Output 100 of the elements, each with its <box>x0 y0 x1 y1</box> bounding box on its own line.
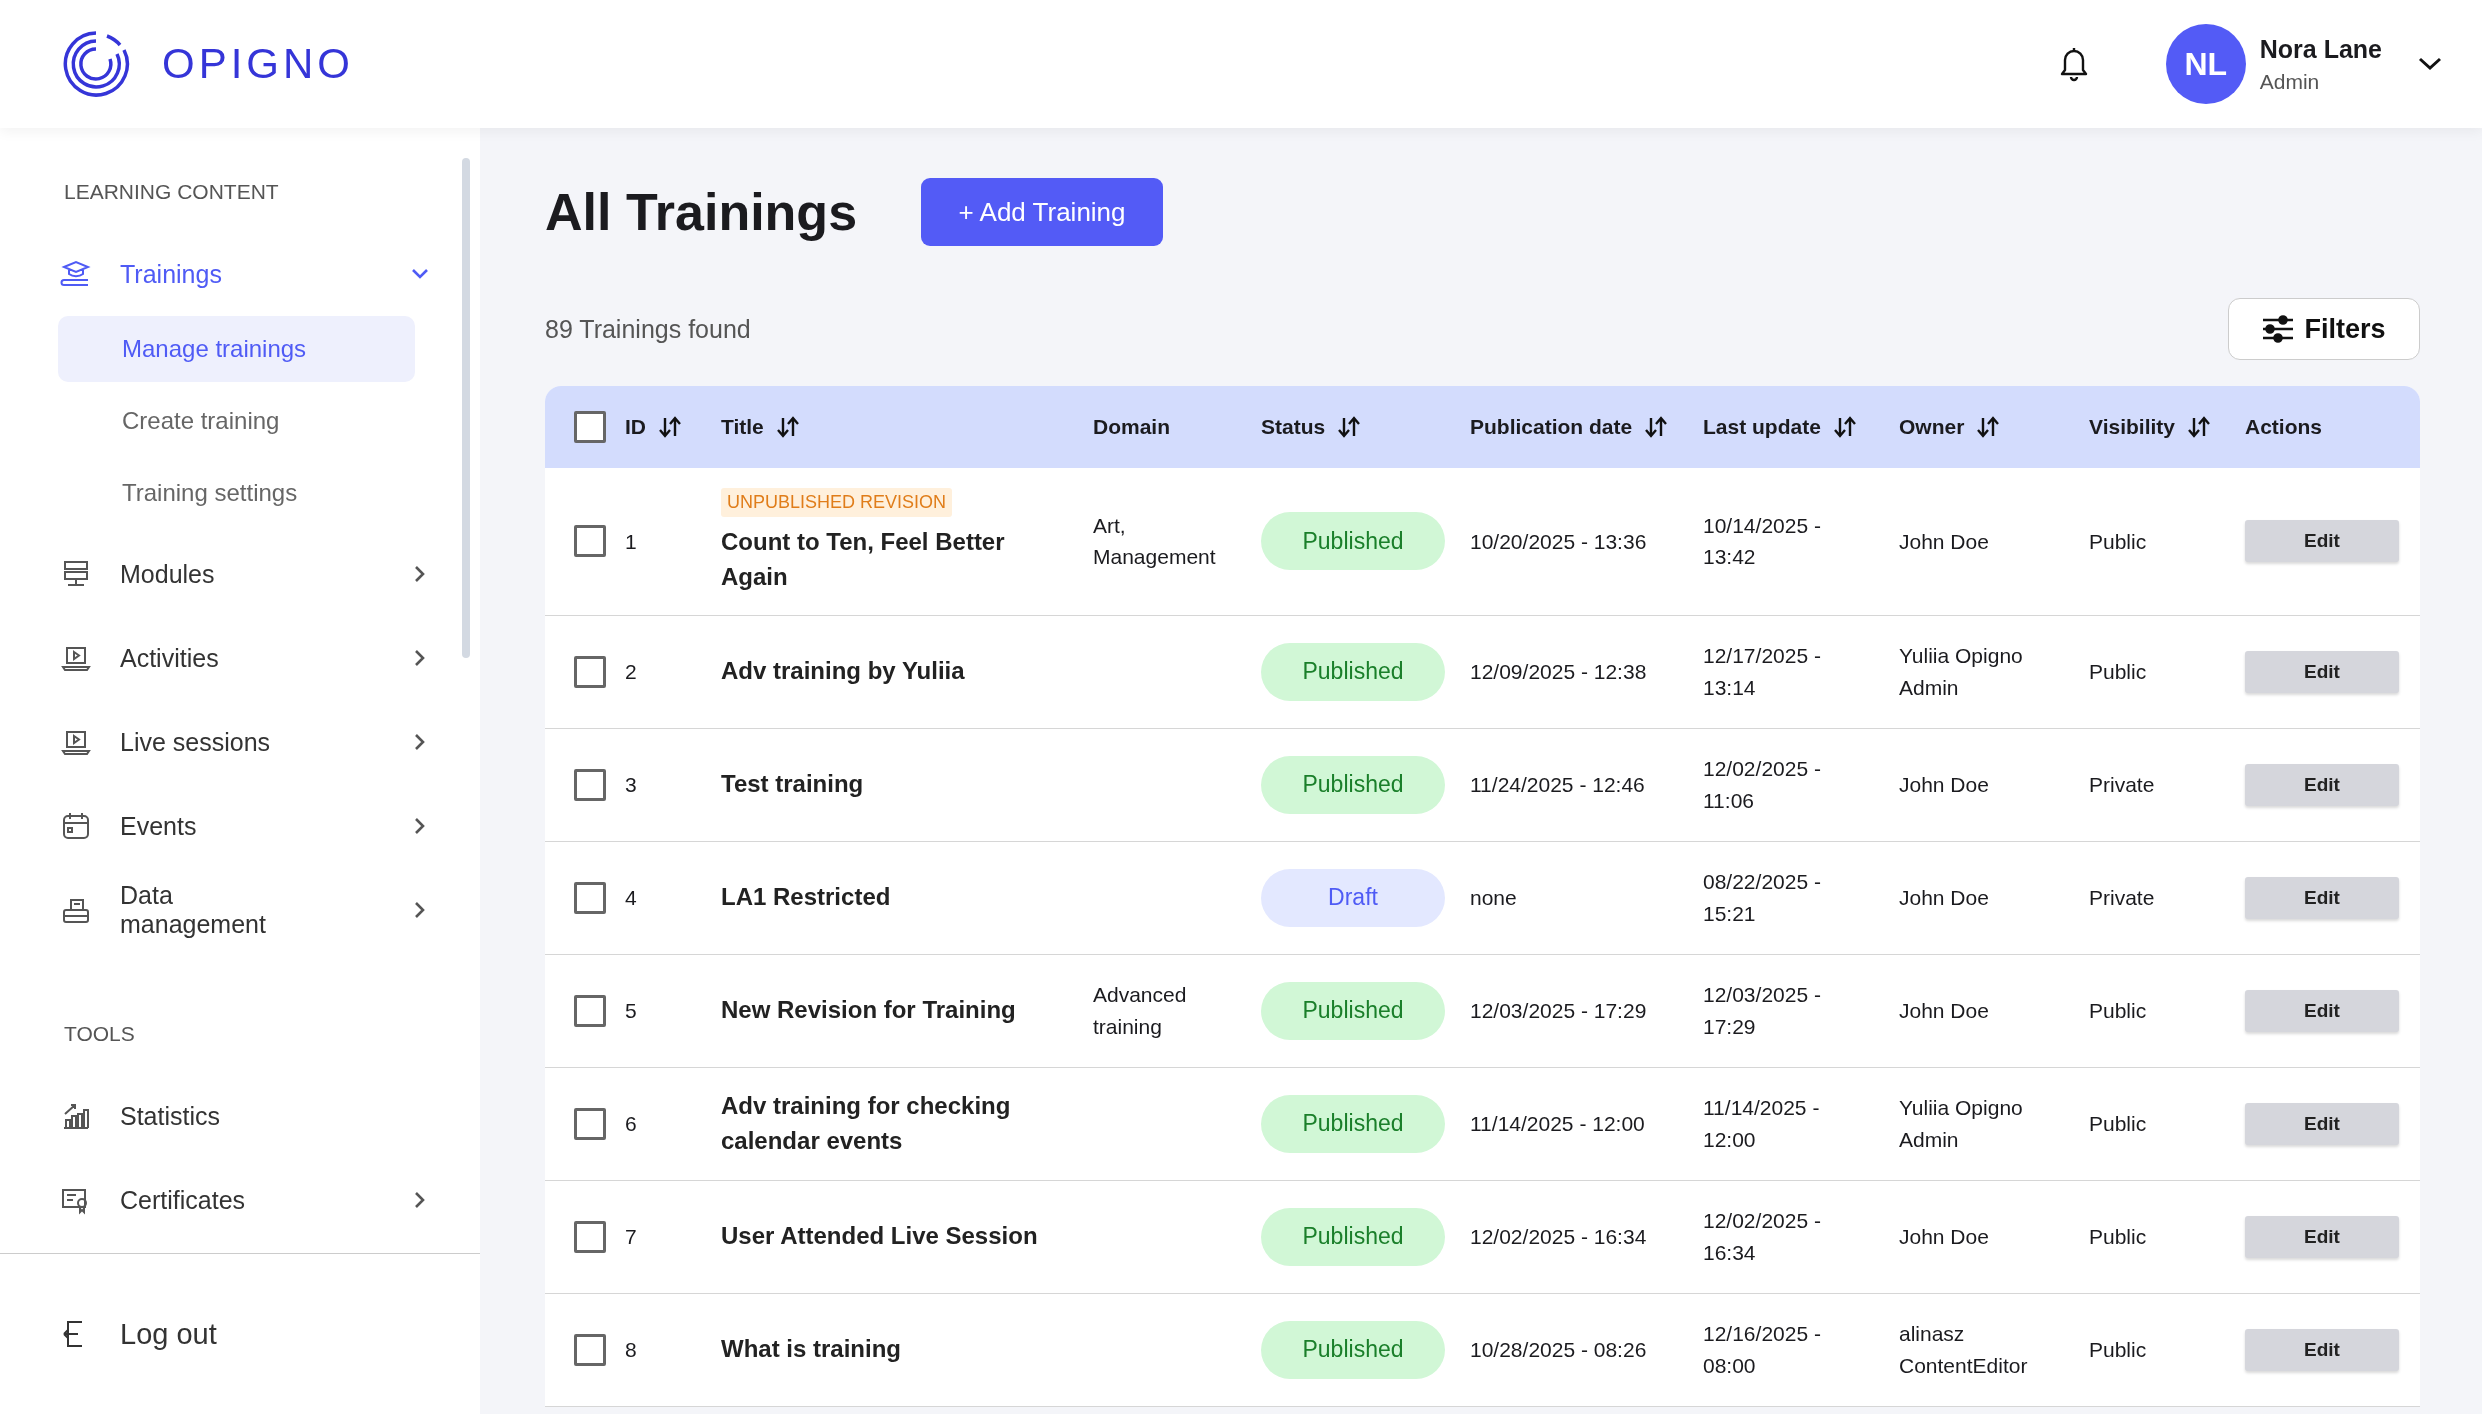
training-title[interactable]: User Attended Live Session <box>721 1219 1038 1254</box>
sort-icon[interactable] <box>2187 415 2211 439</box>
sliders-icon <box>2262 315 2295 343</box>
table-cell-text: Public <box>2089 658 2147 685</box>
brand-name: OPIGNO <box>162 40 355 88</box>
column-header: Visibility <box>2089 415 2175 439</box>
edit-button[interactable]: Edit <box>2245 989 2399 1032</box>
table-cell-text: 10/20/2025 - 13:36 <box>1470 528 1647 555</box>
row-checkbox[interactable] <box>574 655 606 688</box>
training-title[interactable]: Adv training by Yuliia <box>721 654 965 689</box>
user-name: Nora Lane <box>2259 34 2382 64</box>
table-cell-text: 10/28/2025 - 08:26 <box>1470 1336 1647 1363</box>
status-badge: Published <box>1261 1207 1445 1266</box>
logout-item[interactable]: Log out <box>0 1253 480 1414</box>
row-checkbox[interactable] <box>574 768 606 801</box>
sort-icon[interactable] <box>775 415 800 439</box>
table-cell-text: 12/02/2025 - 16:34 <box>1703 1208 1822 1266</box>
table-cell-text: 7 <box>625 1223 637 1250</box>
sidebar-item[interactable]: Live sessions <box>0 700 480 784</box>
table-cell-text: 11/14/2025 - 12:00 <box>1703 1095 1821 1153</box>
training-title[interactable]: Test training <box>721 767 864 802</box>
edit-button[interactable]: Edit <box>2245 763 2399 806</box>
table-cell-text: Yuliia Opigno Admin <box>1899 643 2024 701</box>
table-cell-text: Public <box>2089 1223 2147 1250</box>
column-header: Title <box>721 415 764 439</box>
results-count: 89 Trainings found <box>545 314 751 344</box>
status-badge: Published <box>1261 755 1445 814</box>
table-cell-text: 12/03/2025 - 17:29 <box>1470 997 1647 1024</box>
training-title[interactable]: Count to Ten, Feel Better Again <box>721 525 1073 595</box>
edit-button[interactable]: Edit <box>2245 1328 2399 1371</box>
table-cell-text: John Doe <box>1899 997 1989 1024</box>
sidebar-item[interactable]: Certificates <box>0 1158 480 1242</box>
status-badge: Published <box>1261 512 1445 571</box>
status-badge: Published <box>1261 642 1445 701</box>
chevron-down-icon[interactable] <box>2418 57 2442 71</box>
sidebar-subitem[interactable]: Create training <box>58 388 415 454</box>
sidebar-item[interactable]: Trainings <box>0 232 480 316</box>
status-badge: Draft <box>1261 868 1445 927</box>
table-cell-text: Public <box>2089 1336 2147 1363</box>
row-checkbox[interactable] <box>574 1107 606 1140</box>
table-cell-text: Public <box>2089 528 2147 555</box>
row-checkbox[interactable] <box>574 1220 606 1253</box>
sort-icon[interactable] <box>1337 415 1362 439</box>
add-training-button[interactable]: + Add Training <box>921 178 1164 246</box>
table-cell-text: 12/09/2025 - 12:38 <box>1470 658 1647 685</box>
table-cell-text: John Doe <box>1899 528 1989 555</box>
sort-icon[interactable] <box>1976 415 2001 439</box>
table-cell-text: Advanced training <box>1093 982 1188 1040</box>
row-checkbox[interactable] <box>574 881 606 914</box>
training-title[interactable]: What is training <box>721 1332 901 1367</box>
table-cell-text: alinasz ContentEditor <box>1899 1321 2029 1379</box>
status-badge: Published <box>1261 1320 1445 1379</box>
column-header: ID <box>625 415 646 439</box>
edit-button[interactable]: Edit <box>2245 650 2399 693</box>
table-cell-text: 12/02/2025 - 16:34 <box>1470 1223 1647 1250</box>
select-all-checkbox[interactable] <box>574 411 606 443</box>
edit-button[interactable]: Edit <box>2245 1102 2399 1145</box>
section-heading: LEARNING CONTENT <box>63 180 280 204</box>
status-badge: Published <box>1261 981 1445 1040</box>
sort-icon[interactable] <box>1832 415 1857 439</box>
sidebar-item[interactable]: Statistics <box>0 1074 480 1158</box>
column-header: Domain <box>1093 415 1170 439</box>
table-cell-text: 6 <box>625 1110 637 1137</box>
edit-button[interactable]: Edit <box>2245 520 2399 563</box>
table-cell-text: 3 <box>625 771 637 798</box>
revision-badge: UNPUBLISHED REVISION <box>721 488 953 517</box>
sort-icon[interactable] <box>658 415 682 439</box>
column-header: Status <box>1261 415 1326 439</box>
table-cell-text: none <box>1470 884 1517 911</box>
table-cell-text: 11/14/2025 - 12:00 <box>1470 1110 1645 1137</box>
table-cell-text: Yuliia Opigno Admin <box>1899 1095 2024 1153</box>
training-title[interactable]: New Revision for Training <box>721 993 1016 1028</box>
sort-icon[interactable] <box>1644 415 1669 439</box>
sidebar-item[interactable]: Modules <box>0 532 480 616</box>
scrollbar[interactable] <box>462 158 470 658</box>
sidebar-subitem[interactable]: Manage trainings <box>58 316 415 382</box>
row-checkbox[interactable] <box>574 525 606 558</box>
row-checkbox[interactable] <box>574 994 606 1027</box>
table-cell-text: 12/03/2025 - 17:29 <box>1703 982 1822 1040</box>
sidebar-subitem[interactable]: Training settings <box>58 460 415 526</box>
sidebar-item[interactable]: Events <box>0 784 480 868</box>
user-role: Admin <box>2259 69 2321 94</box>
table-cell-text: Private <box>2089 884 2155 911</box>
user-avatar[interactable]: NL <box>2165 24 2246 104</box>
training-title[interactable]: LA1 Restricted <box>721 880 891 915</box>
events-icon <box>60 810 92 842</box>
filters-button[interactable]: Filters <box>2228 298 2420 360</box>
section-heading: TOOLS <box>63 1022 136 1046</box>
sidebar-item[interactable]: Data management <box>0 868 480 952</box>
table-cell-text: 12/16/2025 - 08:00 <box>1703 1321 1822 1379</box>
row-checkbox[interactable] <box>574 1333 606 1366</box>
logo-icon <box>62 30 130 98</box>
table-cell-text: 2 <box>625 658 637 685</box>
column-header: Last update <box>1703 415 1821 439</box>
edit-button[interactable]: Edit <box>2245 1215 2399 1258</box>
sidebar-item[interactable]: Activities <box>0 616 480 700</box>
table-cell-text: 10/14/2025 - 13:42 <box>1703 512 1822 571</box>
edit-button[interactable]: Edit <box>2245 876 2399 919</box>
training-title[interactable]: Adv training for checking calendar events <box>721 1088 1073 1159</box>
page-title: All Trainings <box>545 182 858 242</box>
